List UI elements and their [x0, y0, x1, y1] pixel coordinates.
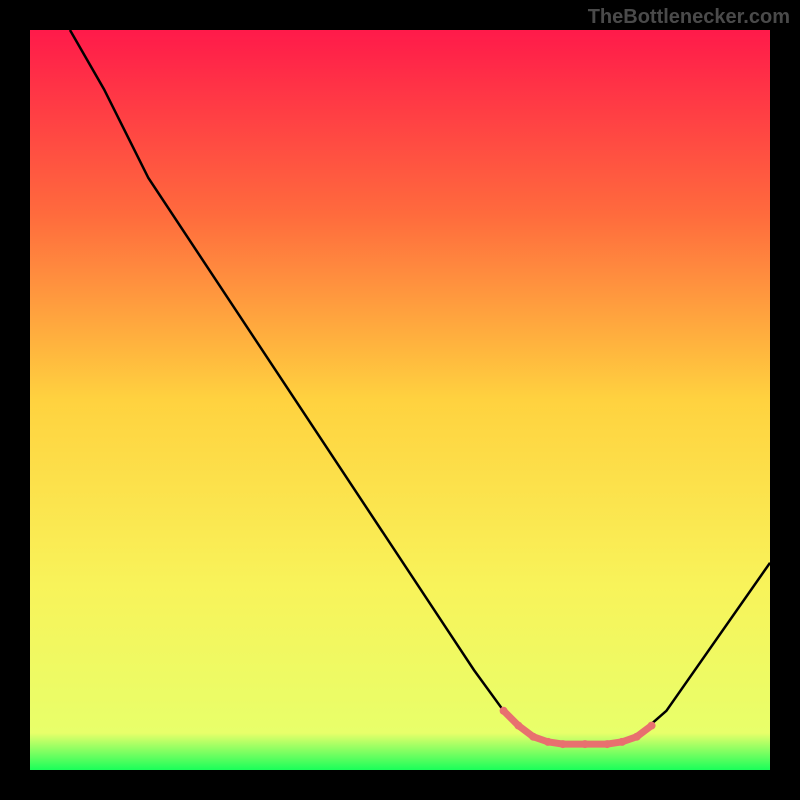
watermark-text: TheBottlenecker.com	[588, 6, 790, 29]
gradient-background	[30, 30, 770, 770]
chart-plot	[0, 0, 800, 800]
